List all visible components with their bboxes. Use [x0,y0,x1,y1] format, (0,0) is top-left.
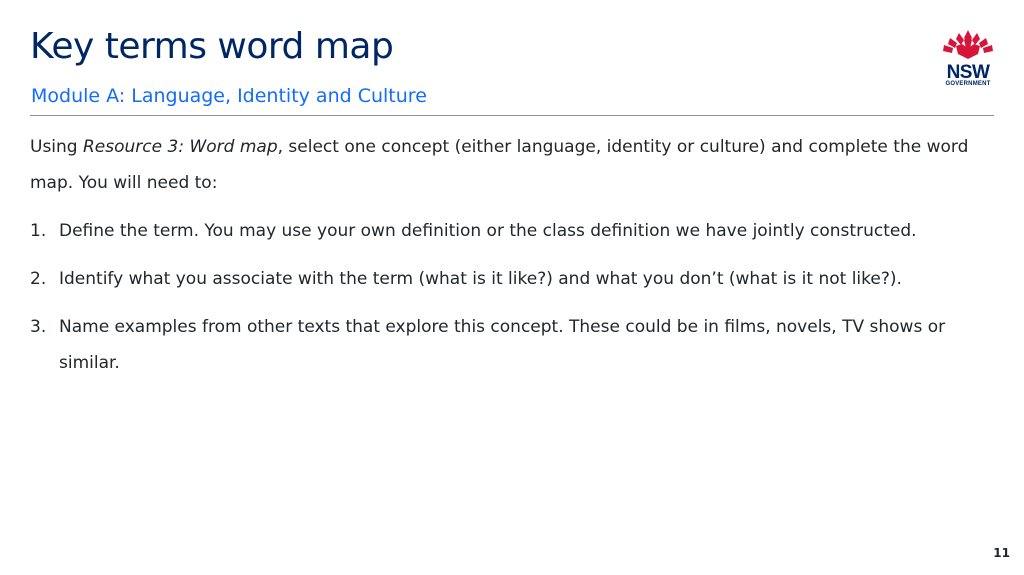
step-number: 1. [30,221,47,241]
waratah-icon [943,30,993,59]
step-number: 3. [30,317,47,337]
intro-text-start: Using [30,137,83,157]
step-text: Define the term. You may use your own de… [59,221,917,241]
list-item: 2. Identify what you associate with the … [30,261,1005,297]
slide-title: Key terms word map [30,26,394,67]
resource-reference: Resource 3: Word map [83,137,278,157]
step-text: Name examples from other texts that expl… [59,317,946,373]
steps-list: 1. Define the term. You may use your own… [30,213,1005,381]
page-number: 11 [993,546,1010,560]
logo-label: GOVERNMENT [945,81,991,87]
step-text: Identify what you associate with the ter… [59,269,902,289]
nsw-government-logo: NSW GOVERNMENT [934,28,1002,90]
list-item: 1. Define the term. You may use your own… [30,213,1005,249]
header-divider [30,115,994,116]
intro-paragraph: Using Resource 3: Word map, select one c… [30,129,1005,201]
step-number: 2. [30,269,47,289]
list-item: 3. Name examples from other texts that e… [30,309,1005,381]
slide-content: Using Resource 3: Word map, select one c… [30,129,1005,381]
slide-subtitle: Module A: Language, Identity and Culture [31,85,427,107]
